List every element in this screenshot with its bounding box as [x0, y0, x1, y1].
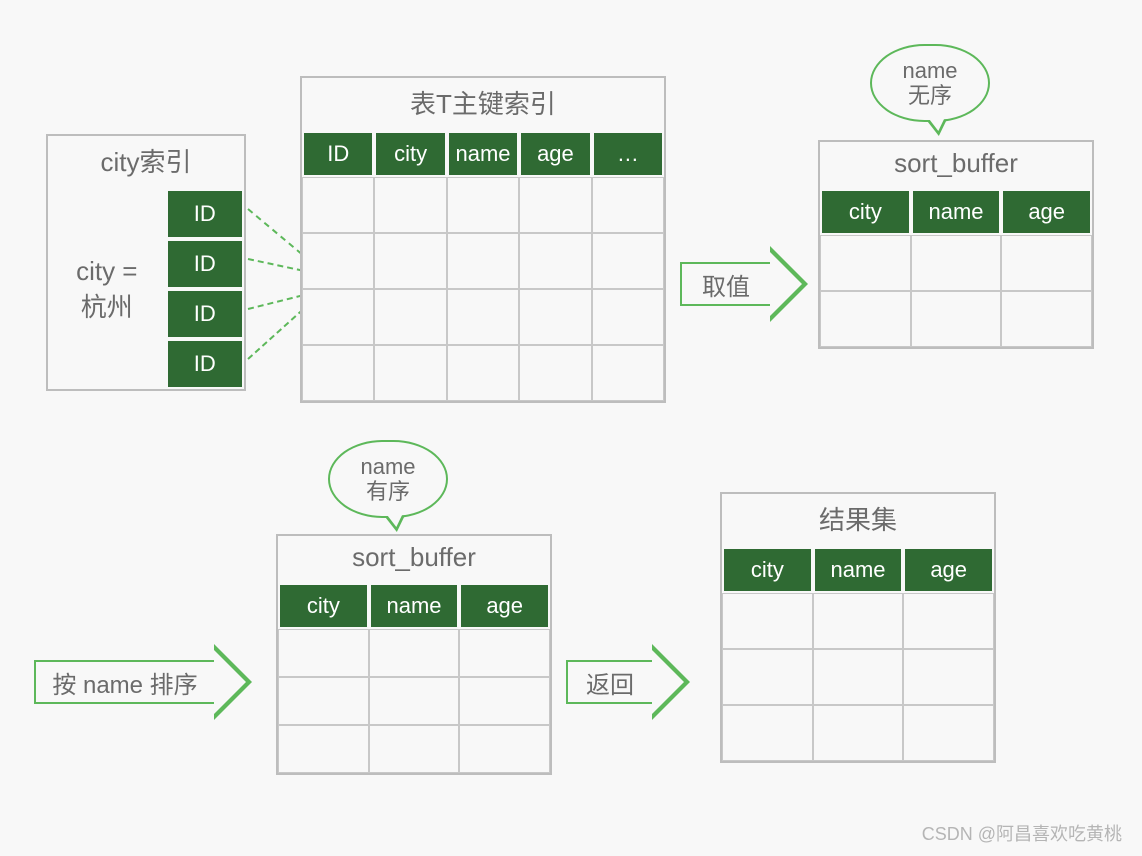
table-header-row: city name age	[278, 583, 550, 629]
col-name: name	[813, 547, 904, 593]
table-row	[302, 345, 664, 401]
table-row	[722, 705, 994, 761]
arrow-head-icon	[770, 246, 808, 322]
arrow-label: 返回	[566, 660, 652, 704]
bubble-unordered: name 无序	[870, 44, 990, 122]
result-set-title: 结果集	[722, 494, 994, 547]
sort-buffer-title: sort_buffer	[278, 536, 550, 583]
table-row	[302, 177, 664, 233]
sort-buffer-unordered-box: sort_buffer city name age	[818, 140, 1094, 349]
col-city: city	[722, 547, 813, 593]
bubble-tail-icon	[385, 515, 407, 533]
city-index-title: city索引	[48, 136, 244, 189]
col-id: ID	[302, 131, 374, 177]
arrow-label: 取值	[680, 262, 770, 306]
arrow-sort: 按 name 排序	[34, 644, 252, 720]
id-cell: ID	[166, 189, 244, 239]
col-name: name	[911, 189, 1002, 235]
table-row	[278, 677, 550, 725]
primary-index-title: 表T主键索引	[302, 78, 664, 131]
watermark-text: CSDN @阿昌喜欢吃黄桃	[922, 820, 1122, 846]
city-condition: city = 杭州	[48, 189, 166, 389]
col-city: city	[278, 583, 369, 629]
bubble-tail-icon	[927, 119, 949, 137]
arrow-fetch: 取值	[680, 246, 808, 322]
col-name: name	[369, 583, 460, 629]
col-name: name	[447, 131, 519, 177]
col-age: age	[519, 131, 591, 177]
table-header-row: ID city name age …	[302, 131, 664, 177]
id-cell: ID	[166, 239, 244, 289]
table-row	[302, 289, 664, 345]
col-more: …	[592, 131, 664, 177]
primary-index-box: 表T主键索引 ID city name age …	[300, 76, 666, 403]
city-index-box: city索引 city = 杭州 ID ID ID ID	[46, 134, 246, 391]
sort-buffer-title: sort_buffer	[820, 142, 1092, 189]
arrow-head-icon	[214, 644, 252, 720]
col-age: age	[903, 547, 994, 593]
dashed-connector	[247, 208, 302, 255]
result-set-box: 结果集 city name age	[720, 492, 996, 763]
sort-buffer-ordered-box: sort_buffer city name age	[276, 534, 552, 775]
col-city: city	[820, 189, 911, 235]
table-row	[820, 235, 1092, 291]
id-cell: ID	[166, 289, 244, 339]
table-row	[278, 629, 550, 677]
arrow-return: 返回	[566, 644, 690, 720]
id-cell: ID	[166, 339, 244, 389]
dashed-connector	[247, 309, 303, 360]
col-age: age	[1001, 189, 1092, 235]
col-age: age	[459, 583, 550, 629]
table-header-row: city name age	[722, 547, 994, 593]
arrow-head-icon	[652, 644, 690, 720]
table-header-row: city name age	[820, 189, 1092, 235]
table-row	[722, 649, 994, 705]
col-city: city	[374, 131, 446, 177]
bubble-ordered: name 有序	[328, 440, 448, 518]
table-row	[722, 593, 994, 649]
table-row	[302, 233, 664, 289]
table-row	[278, 725, 550, 773]
table-row	[820, 291, 1092, 347]
arrow-label: 按 name 排序	[34, 660, 214, 704]
